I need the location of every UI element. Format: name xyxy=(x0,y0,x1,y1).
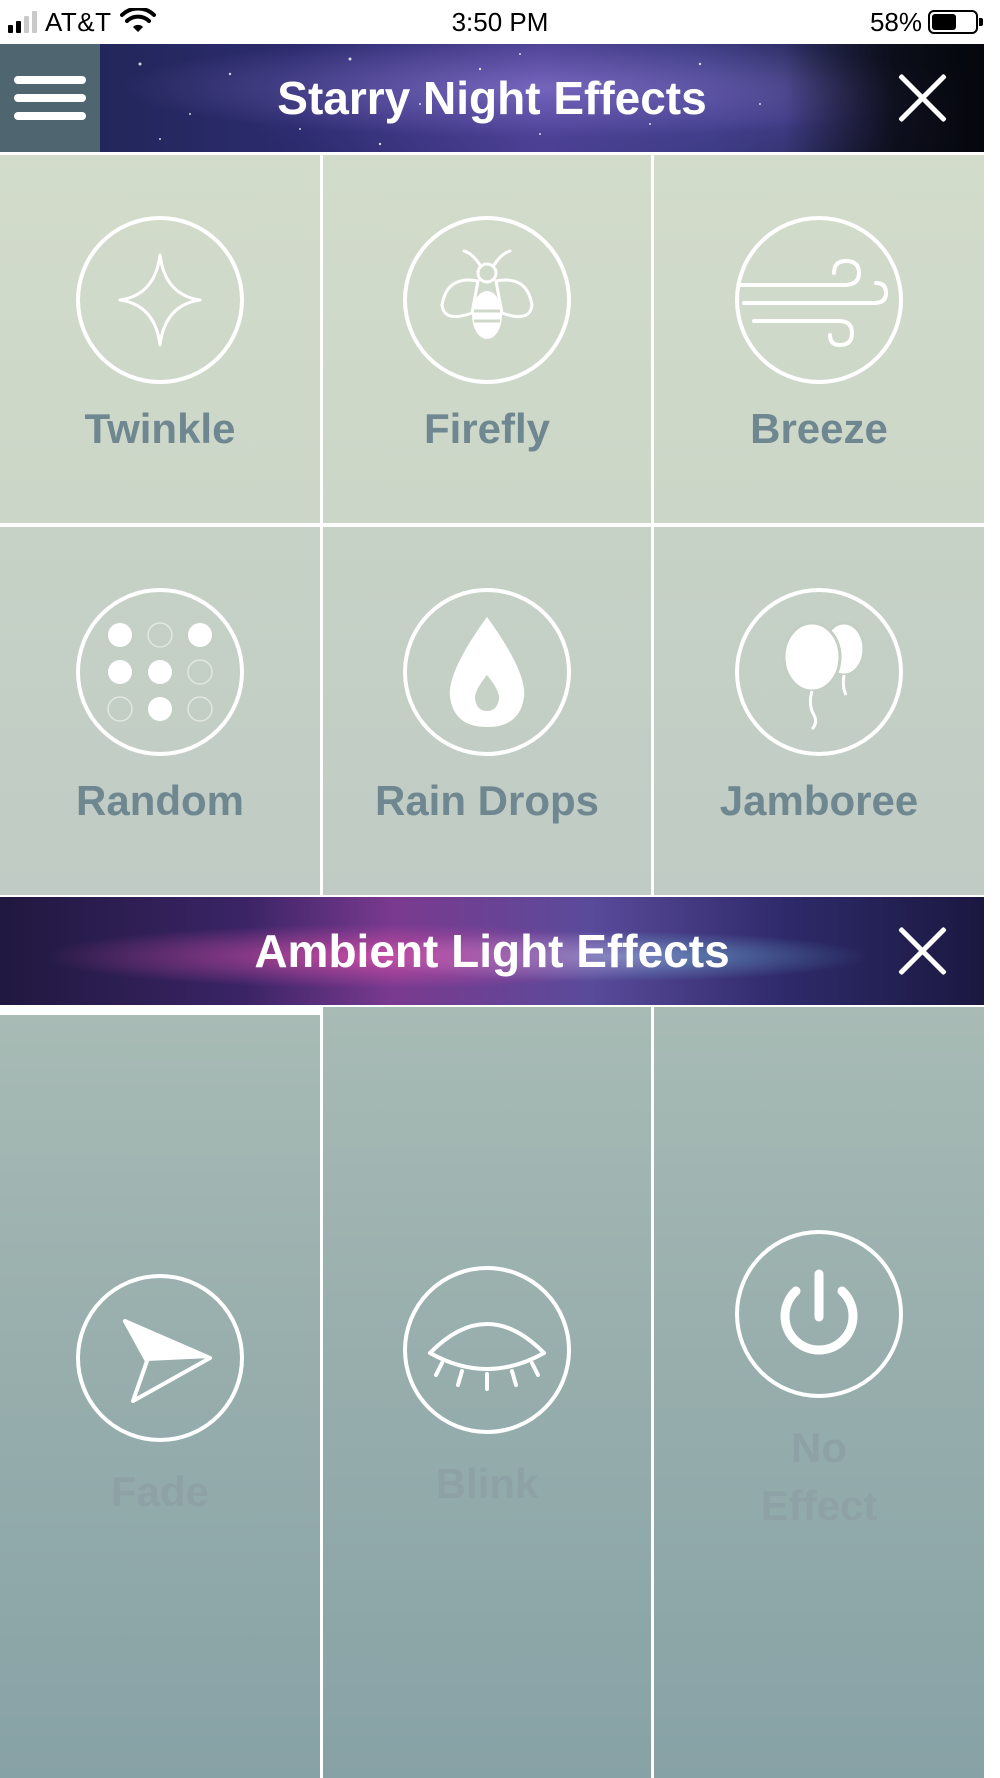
effect-tile-random[interactable]: Random xyxy=(0,527,320,895)
ambient-light-title: Ambient Light Effects xyxy=(254,925,730,977)
ambient-light-header: Ambient Light Effects xyxy=(0,897,984,1005)
paper-plane-icon xyxy=(76,1274,244,1442)
droplet-icon xyxy=(403,588,571,756)
effect-label: Twinkle xyxy=(84,405,236,452)
effect-tile-fade[interactable]: Fade xyxy=(0,1007,320,1778)
starry-close-button[interactable] xyxy=(893,70,949,126)
balloons-icon xyxy=(735,588,903,756)
firefly-icon xyxy=(403,216,571,384)
effect-tile-jamboree[interactable]: Jamboree xyxy=(654,527,984,895)
effect-label: Fade xyxy=(110,1468,210,1515)
right-edge xyxy=(984,44,1000,1778)
effect-label: No Effect xyxy=(760,1424,878,1529)
effect-tile-rain-drops[interactable]: Rain Drops xyxy=(323,527,651,895)
effect-tile-no-effect[interactable]: No Effect xyxy=(654,1007,984,1778)
effect-label: Breeze xyxy=(750,405,888,452)
hamburger-menu-button[interactable] xyxy=(0,44,100,152)
status-bar: AT&T 3:50 PM 58% xyxy=(0,0,1000,44)
battery-icon xyxy=(928,10,983,34)
battery-percentage: 58% xyxy=(869,6,922,37)
power-icon xyxy=(735,1230,903,1398)
sparkle-icon xyxy=(76,216,244,384)
menu-icon-bar xyxy=(14,76,86,84)
status-right: 58% xyxy=(869,4,983,40)
menu-icon-bar xyxy=(14,112,86,120)
starry-night-header: Starry Night Effects xyxy=(0,44,984,152)
effect-tile-breeze[interactable]: Breeze xyxy=(654,155,984,523)
effect-tile-twinkle[interactable]: Twinkle xyxy=(0,155,320,523)
effect-tile-blink[interactable]: Blink xyxy=(323,1007,651,1778)
effect-label: Blink xyxy=(435,1460,539,1507)
effect-label: Jamboree xyxy=(719,777,919,824)
wind-icon xyxy=(735,216,903,384)
effect-label: Rain Drops xyxy=(374,777,600,824)
status-time: 3:50 PM xyxy=(451,7,549,37)
menu-icon-bar xyxy=(14,94,86,102)
effect-label: Random xyxy=(76,777,244,824)
closed-eye-icon xyxy=(403,1266,571,1434)
starry-night-title: Starry Night Effects xyxy=(277,72,707,124)
effect-label: Firefly xyxy=(423,405,551,452)
dots-grid-icon xyxy=(76,588,244,756)
ambient-effects-grid: Fade Blink No Effect xyxy=(0,1007,984,1778)
starry-effects-grid: Twinkle Firefly Breeze Random Rain Drops… xyxy=(0,155,984,895)
effect-tile-firefly[interactable]: Firefly xyxy=(323,155,651,523)
ambient-close-button[interactable] xyxy=(893,923,949,979)
